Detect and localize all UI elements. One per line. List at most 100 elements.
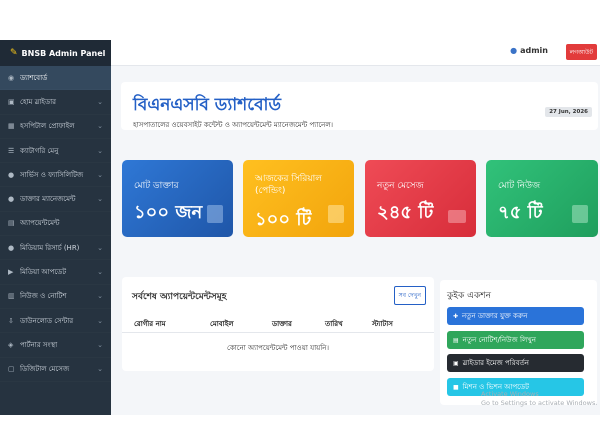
media-icon: ▶ (8, 268, 14, 277)
column-header: ডাক্তার (272, 320, 292, 328)
sidebar-item-dashboard[interactable]: ◉ ড্যাশবোর্ড (0, 66, 111, 91)
quick-actions-panel: কুইক একশন ✚ নতুন ডাক্তার যুক্ত করুন ▤ নত… (440, 280, 597, 405)
images-icon: ▣ (8, 97, 15, 106)
doctor-icon: ● (8, 195, 15, 204)
calendar-icon (328, 205, 344, 223)
calendar-icon: ▤ (8, 219, 15, 228)
chevron-down-icon: ⌄ (97, 146, 103, 155)
empty-message: কোনো অ্যাপয়েন্টমেন্ট পাওয়া যায়নি। (227, 344, 329, 352)
users-icon: ● (510, 46, 518, 55)
stat-label: আজকের সিরিয়াল (পেন্ডিং) (255, 174, 322, 196)
brand-label: BNSB Admin Panel (21, 48, 106, 58)
add-doctor-button[interactable]: ✚ নতুন ডাক্তার যুক্ত করুন (447, 307, 584, 325)
document-icon: ▤ (453, 336, 459, 344)
sidebar-item-label: ডাউনলোড সেন্টার (20, 316, 74, 325)
activate-windows-watermark: Activate Windows Go to Settings to activ… (481, 390, 597, 409)
stat-value: ১০০ টি (255, 209, 312, 230)
column-header: রোগীর নাম (134, 320, 166, 328)
brand[interactable]: ✎ BNSB Admin Panel (0, 40, 111, 66)
chevron-down-icon: ⌄ (97, 365, 103, 374)
sidebar-item-label: ডিজিটাল মেসেজ (20, 365, 70, 374)
panel-title: কুইক একশন (447, 291, 491, 301)
sidebar-item-label: মিডিয়া আপডেট (20, 268, 67, 277)
user-icon: ● (8, 170, 15, 179)
sidebar-item-hr[interactable]: ● মিডিয়াম রিসার্চ (HR) ⌄ (0, 236, 111, 260)
stat-card-news[interactable]: মোট নিউজ ৭৫ টি (486, 160, 598, 237)
chevron-down-icon: ⌄ (97, 170, 103, 179)
button-label: স্লাইডার ইমেজ পরিবর্তন (462, 359, 529, 367)
chevron-down-icon: ⌄ (97, 97, 103, 106)
logout-button[interactable]: লগআউট (565, 44, 597, 60)
watermark-line-1: Activate Windows (481, 390, 539, 398)
stat-card-doctors[interactable]: মোট ডাক্তার ১০০ জন (122, 160, 233, 237)
sidebar-item-label: নিউজ ও নোটিশ (20, 292, 67, 301)
news-icon: ▥ (8, 292, 15, 301)
table-header: রোগীর নাম মোবাইল ডাক্তার তারিখ স্ট্যাটাস (122, 313, 434, 333)
sidebar-item-label: পার্টনার সংস্থা (20, 340, 58, 349)
sidebar-item-label: ডাক্তার ম্যানেজমেন্ট (20, 195, 76, 204)
stat-label: মোট নিউজ (498, 181, 541, 191)
sidebar-item-media[interactable]: ▶ মিডিয়া আপডেট ⌄ (0, 260, 111, 284)
stat-value: ৭৫ টি (498, 202, 543, 223)
hospital-icon: ▦ (8, 122, 15, 131)
pencil-icon: ✎ (10, 48, 18, 58)
stat-value: ২৪৫ টি (377, 202, 434, 223)
chevron-down-icon: ⌄ (97, 122, 103, 131)
envelope-icon (448, 210, 466, 223)
download-icon: ⇩ (8, 316, 14, 325)
chevron-down-icon: ⌄ (97, 292, 103, 301)
panel-title: সর্বশেষ অ্যাপয়েন্টমেন্টসমূহ (132, 292, 227, 302)
column-header: মোবাইল (210, 320, 234, 328)
button-label: নতুন ডাক্তার যুক্ত করুন (462, 312, 528, 320)
see-all-button[interactable]: সব দেখুন (393, 286, 426, 305)
sidebar-item-label: অ্যাপয়েন্টমেন্ট (20, 219, 60, 228)
stat-card-messages[interactable]: নতুন মেসেজ ২৪৫ টি (365, 160, 476, 237)
sidebar-item-doctors[interactable]: ● ডাক্তার ম্যানেজমেন্ট ⌄ (0, 187, 111, 211)
handshake-icon: ◈ (8, 340, 14, 349)
sidebar-item-label: মিডিয়াম রিসার্চ (HR) (20, 243, 80, 252)
watermark-line-2: Go to Settings to activate Windows. (481, 399, 598, 408)
stat-card-serial[interactable]: আজকের সিরিয়াল (পেন্ডিং) ১০০ টি (243, 160, 354, 237)
stat-value: ১০০ জন (134, 202, 203, 223)
flag-icon: ■ (453, 383, 459, 391)
chevron-down-icon: ⌄ (97, 195, 103, 204)
image-icon: ▣ (453, 359, 459, 367)
sidebar-item-partners[interactable]: ◈ পার্টনার সংস্থা ⌄ (0, 333, 111, 357)
sidebar-item-label: হসপিটাল প্রোফাইল (20, 122, 75, 131)
admin-user[interactable]: ● admin (510, 46, 548, 55)
chevron-down-icon: ⌄ (97, 316, 103, 325)
stat-label: মোট ডাক্তার (134, 181, 179, 191)
admin-label: admin (520, 46, 548, 55)
new-notice-button[interactable]: ▤ নতুন নোটিশ/নিউজ লিখুন (447, 331, 584, 349)
sidebar-item-messages[interactable]: ▢ ডিজিটাল মেসেজ ⌄ (0, 358, 111, 382)
chevron-down-icon: ⌄ (97, 268, 103, 277)
stethoscope-icon (207, 205, 223, 223)
gauge-icon: ◉ (8, 73, 15, 82)
sidebar-item-downloads[interactable]: ⇩ ডাউনলোড সেন্টার ⌄ (0, 309, 111, 333)
user-icon: ● (8, 243, 15, 252)
sidebar-item-category-menu[interactable]: ☰ ক্যাটাগরি মেনু ⌄ (0, 139, 111, 163)
sidebar-item-appointments[interactable]: ▤ অ্যাপয়েন্টমেন্ট (0, 212, 111, 236)
sidebar-item-home-slider[interactable]: ▣ হোম স্লাইডার ⌄ (0, 90, 111, 114)
dashboard-header: বিএনএসবি ড্যাশবোর্ড হাসপাতালের ওয়েবসাইট… (121, 82, 598, 130)
chevron-down-icon: ⌄ (97, 243, 103, 252)
latest-appointments-panel: সর্বশেষ অ্যাপয়েন্টমেন্টসমূহ সব দেখুন রো… (122, 277, 434, 371)
sidebar-item-services[interactable]: ● সার্ভিস ও ফ্যাসিলিটিজ ⌄ (0, 163, 111, 187)
sidebar: ✎ BNSB Admin Panel ◉ ড্যাশবোর্ড ▣ হোম স্… (0, 40, 111, 415)
message-icon: ▢ (8, 365, 15, 374)
chevron-down-icon: ⌄ (97, 340, 103, 349)
column-header: স্ট্যাটাস (372, 320, 393, 328)
sidebar-item-label: সার্ভিস ও ফ্যাসিলিটিজ (20, 170, 84, 179)
sidebar-item-hospital-profile[interactable]: ▦ হসপিটাল প্রোফাইল ⌄ (0, 115, 111, 139)
button-label: নতুন নোটিশ/নিউজ লিখুন (462, 336, 536, 344)
column-header: তারিখ (325, 320, 343, 328)
date-badge: 27 Jun, 2026 (545, 107, 592, 117)
plus-icon: ✚ (453, 312, 459, 320)
change-slider-button[interactable]: ▣ স্লাইডার ইমেজ পরিবর্তন (447, 354, 584, 372)
page-subtitle: হাসপাতালের ওয়েবসাইট কন্টেন্ট ও অ্যাপয়ে… (133, 121, 334, 129)
newspaper-icon (572, 205, 588, 223)
sidebar-item-label: ড্যাশবোর্ড (20, 73, 48, 82)
stat-label: নতুন মেসেজ (377, 181, 424, 191)
sidebar-item-news[interactable]: ▥ নিউজ ও নোটিশ ⌄ (0, 285, 111, 309)
logout-label: লগআউট (569, 48, 593, 56)
